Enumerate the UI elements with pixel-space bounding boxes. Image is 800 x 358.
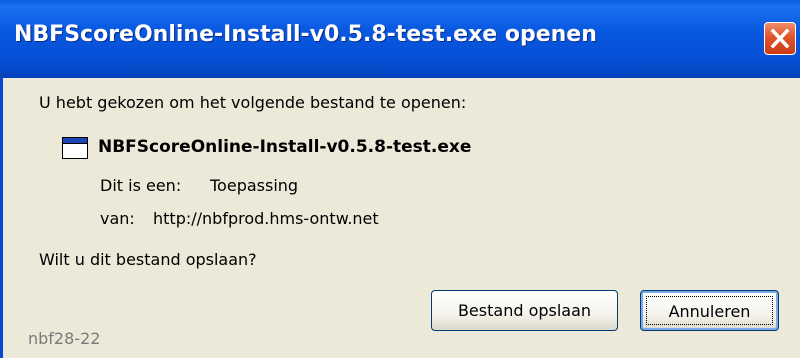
intro-text: U hebt gekozen om het volgende bestand t… <box>39 93 467 112</box>
cancel-button-label: Annuleren <box>646 296 773 325</box>
file-type-value: Toepassing <box>210 176 299 195</box>
file-source-label: van: <box>100 209 135 228</box>
save-file-button[interactable]: Bestand opslaan <box>431 290 618 331</box>
file-name: NBFScoreOnline-Install-v0.5.8-test.exe <box>98 137 472 157</box>
close-button[interactable] <box>764 22 796 55</box>
file-type-label: Dit is een: <box>100 176 182 195</box>
close-icon <box>770 28 790 49</box>
window-title: NBFScoreOnline-Install-v0.5.8-test.exe o… <box>14 22 597 47</box>
cancel-button[interactable]: Annuleren <box>640 290 779 331</box>
download-dialog: NBFScoreOnline-Install-v0.5.8-test.exe o… <box>0 0 800 358</box>
question-text: Wilt u dit bestand opslaan? <box>39 250 257 269</box>
dialog-body: U hebt gekozen om het volgende bestand t… <box>3 78 800 358</box>
file-source-value: http://nbfprod.hms-ontw.net <box>153 209 379 228</box>
status-text: nbf28-22 <box>28 329 101 348</box>
application-window-icon <box>62 137 88 159</box>
title-bar[interactable]: NBFScoreOnline-Install-v0.5.8-test.exe o… <box>0 0 800 78</box>
